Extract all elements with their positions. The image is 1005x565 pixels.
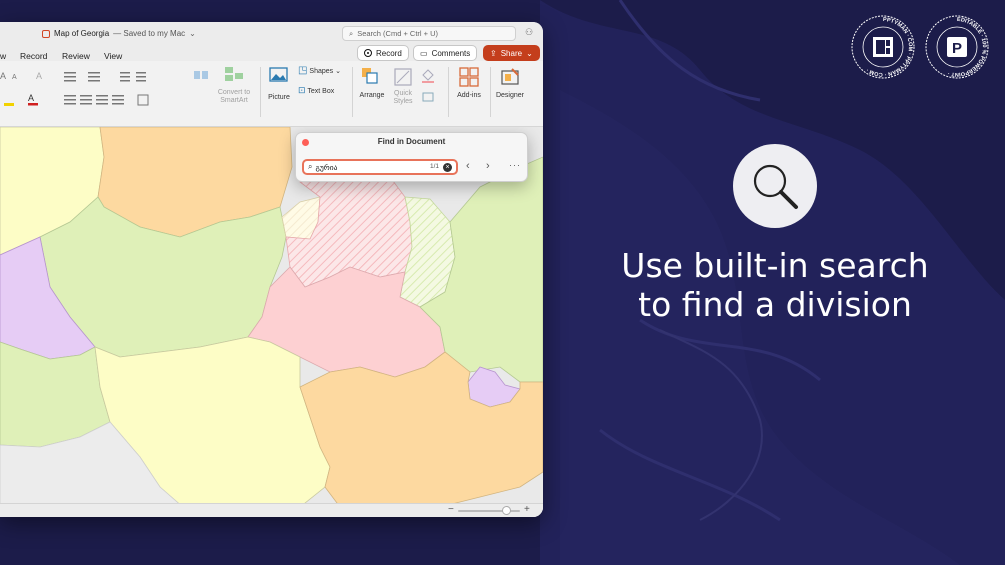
convert-smartart-button[interactable]: Convert to SmartArt xyxy=(214,65,254,105)
search-icon: ⌕ xyxy=(308,162,313,171)
quick-styles-icon xyxy=(394,68,412,86)
georgia-map[interactable] xyxy=(0,127,543,517)
share-button[interactable]: ⇪ Share ⌄ xyxy=(483,45,540,61)
magnifier-icon xyxy=(753,164,798,209)
find-dialog-title: Find in Document xyxy=(377,137,446,146)
add-ins-label: Add-ins xyxy=(457,92,481,99)
shapes-label: Shapes xyxy=(309,68,334,75)
tab-view[interactable]: View xyxy=(104,51,122,61)
share-icon: ⇪ xyxy=(490,48,497,58)
text-box-icon: ⊡ xyxy=(298,85,306,95)
ribbon-separator xyxy=(490,67,491,117)
document-name: Map of Georgia xyxy=(54,29,110,38)
promo-headline: Use built-in search to find a division xyxy=(590,246,960,324)
search-icon: ⌕ xyxy=(349,28,354,38)
clear-icon[interactable]: × xyxy=(443,163,452,172)
find-input-field[interactable]: ⌕ 1/1 × xyxy=(302,159,458,175)
picture-icon xyxy=(269,67,288,82)
svg-text:A: A xyxy=(0,71,6,81)
smartart-icon xyxy=(225,67,243,81)
quick-styles-label: Quick Styles xyxy=(393,90,413,105)
document-title[interactable]: Map of Georgia — Saved to my Mac ⌄ xyxy=(42,29,196,38)
picture-button[interactable]: Picture xyxy=(265,66,293,101)
more-options-icon[interactable]: ··· xyxy=(509,160,521,170)
record-icon xyxy=(364,49,372,57)
save-status: — Saved to my Mac xyxy=(113,29,186,38)
chevron-down-icon: ⌄ xyxy=(526,48,533,58)
tab-record[interactable]: Record xyxy=(20,51,47,61)
find-in-document-dialog: Find in Document ⌕ 1/1 × ‹ › ··· xyxy=(295,132,528,182)
picture-label: Picture xyxy=(268,94,290,101)
text-formatting-controls[interactable]: AA A A xyxy=(0,65,160,121)
tab-review[interactable]: Review xyxy=(62,51,90,61)
zoom-in-button[interactable]: + xyxy=(524,504,530,515)
next-match-button[interactable]: › xyxy=(486,160,490,172)
headline-line-2: to find a division xyxy=(638,285,912,324)
previous-match-button[interactable]: ‹ xyxy=(466,160,470,172)
status-bar: − + xyxy=(0,503,543,517)
chevron-down-icon: ⌄ xyxy=(335,68,341,75)
designer-button[interactable]: Designer xyxy=(494,67,526,99)
text-box-button[interactable]: ⊡ Text Box xyxy=(298,85,348,96)
designer-icon xyxy=(501,68,519,85)
ribbon-separator xyxy=(352,67,353,117)
record-button-label: Record xyxy=(376,48,402,58)
magnifier-illustration xyxy=(733,144,817,228)
columns-icon[interactable] xyxy=(192,67,216,85)
zoom-slider-handle[interactable] xyxy=(502,506,511,515)
shapes-button[interactable]: ◳ Shapes ⌄ xyxy=(298,65,348,76)
ribbon-separator xyxy=(260,67,261,117)
match-count: 1/1 xyxy=(429,163,439,170)
shape-fill-outline-icons[interactable] xyxy=(420,69,442,105)
collaboration-icon[interactable]: ⚇ xyxy=(525,27,533,38)
add-ins-button[interactable]: Add-ins xyxy=(452,67,486,99)
add-ins-icon xyxy=(459,67,479,87)
quick-styles-button[interactable]: Quick Styles xyxy=(388,67,418,106)
tab-draw[interactable]: w xyxy=(0,51,6,61)
editable-powerpoint-badge: EDITABLE · 100 % POWERPOINT · P xyxy=(925,15,989,79)
pptyman-badge: PPTYMAN · COM · PPTYMAN · COM · xyxy=(851,15,915,79)
share-button-label: Share xyxy=(500,48,523,58)
title-bar: Map of Georgia — Saved to my Mac ⌄ ⌕ Sea… xyxy=(0,22,543,44)
powerpoint-window: Map of Georgia — Saved to my Mac ⌄ ⌕ Sea… xyxy=(0,22,543,517)
slide-canvas[interactable]: Find in Document ⌕ 1/1 × ‹ › ··· xyxy=(0,127,543,517)
comments-button[interactable]: ▭ Comments xyxy=(413,45,478,61)
zoom-out-button[interactable]: − xyxy=(448,504,454,515)
record-button[interactable]: Record xyxy=(357,45,409,61)
arrange-icon xyxy=(362,68,378,84)
powerpoint-file-icon xyxy=(42,29,50,38)
find-query-input[interactable] xyxy=(315,162,426,172)
p-letter: P xyxy=(952,40,962,57)
text-box-label: Text Box xyxy=(307,88,335,95)
arrange-label: Arrange xyxy=(359,92,385,99)
comment-icon: ▭ xyxy=(420,48,428,58)
chevron-down-icon: ⌄ xyxy=(189,29,196,38)
comments-button-label: Comments xyxy=(431,48,471,58)
ribbon-separator xyxy=(448,67,449,117)
headline-line-1: Use built-in search xyxy=(621,246,929,285)
arrange-button[interactable]: Arrange xyxy=(356,67,388,99)
svg-text:A: A xyxy=(12,74,17,81)
shapes-icon: ◳ xyxy=(298,65,308,76)
designer-label: Designer xyxy=(495,92,524,99)
search-placeholder: Search (Cmd + Ctrl + U) xyxy=(357,29,439,38)
convert-smartart-label: Convert to SmartArt xyxy=(217,89,251,104)
ribbon-toolbar: AA A A Convert to SmartArt Picture ◳ Sha… xyxy=(0,61,543,127)
svg-text:A: A xyxy=(36,71,42,81)
tell-me-search-box[interactable]: ⌕ Search (Cmd + Ctrl + U) xyxy=(342,26,516,41)
svg-text:A: A xyxy=(28,93,34,103)
